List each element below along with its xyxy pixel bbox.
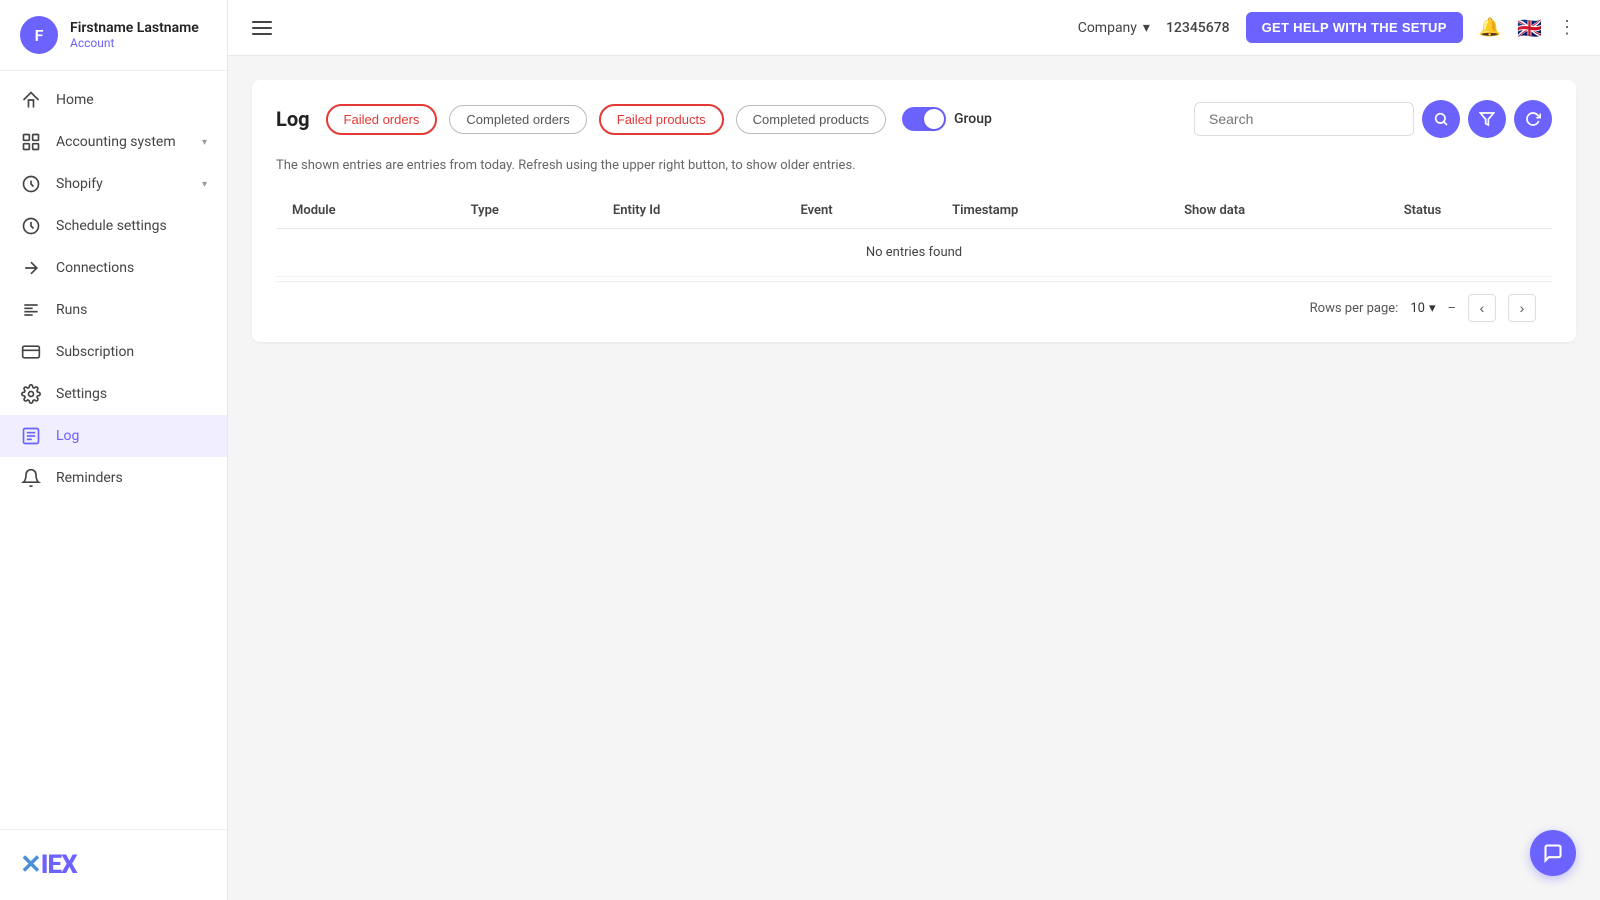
log-container: Log Failed orders Completed orders Faile… [252, 80, 1576, 342]
table-empty-row: No entries found [276, 229, 1552, 277]
logo-text: ✕IEX [20, 850, 77, 880]
sidebar-item-connections[interactable]: Connections [0, 247, 227, 289]
company-id: 12345678 [1166, 20, 1230, 36]
company-label: Company [1078, 20, 1137, 36]
sidebar-item-label-accounting: Accounting system [56, 134, 188, 150]
sidebar-item-label-runs: Runs [56, 302, 207, 318]
sidebar-item-shopify[interactable]: Shopify ▾ [0, 163, 227, 205]
sidebar-item-label-home: Home [56, 92, 207, 108]
user-name: Firstname Lastname [70, 20, 199, 36]
bell-icon[interactable]: 🔔 [1479, 17, 1501, 38]
group-toggle[interactable]: Group [902, 107, 992, 131]
sidebar-item-label-log: Log [56, 428, 207, 444]
group-label: Group [954, 111, 992, 127]
sidebar-item-subscription[interactable]: Subscription [0, 331, 227, 373]
runs-icon [20, 299, 42, 321]
filter-failed-products-button[interactable]: Failed products [599, 104, 724, 135]
subscription-icon [20, 341, 42, 363]
filter-button[interactable] [1468, 100, 1506, 138]
topbar: Company ▾ 12345678 GET HELP WITH THE SET… [228, 0, 1600, 56]
group-toggle-track[interactable] [902, 107, 946, 131]
sidebar-item-runs[interactable]: Runs [0, 289, 227, 331]
rows-per-page-label: Rows per page: [1310, 301, 1399, 316]
chevron-down-icon-shopify: ▾ [202, 179, 207, 190]
sidebar-item-label-settings: Settings [56, 386, 207, 402]
col-type: Type [455, 193, 597, 229]
group-toggle-thumb [924, 109, 944, 129]
home-icon [20, 89, 42, 111]
filter-failed-orders-button[interactable]: Failed orders [326, 104, 438, 135]
no-entries-message: No entries found [276, 229, 1552, 277]
pagination-row: Rows per page: 10 ▾ – ‹ › [276, 281, 1552, 322]
main-content: Company ▾ 12345678 GET HELP WITH THE SET… [228, 0, 1600, 900]
prev-page-button[interactable]: ‹ [1468, 294, 1496, 322]
sidebar-item-label-subscription: Subscription [56, 344, 207, 360]
col-status: Status [1388, 193, 1552, 229]
col-show-data: Show data [1168, 193, 1388, 229]
app-logo: ✕IEX [0, 829, 227, 900]
page-range: – [1447, 301, 1456, 316]
topbar-left [252, 21, 272, 35]
next-page-button[interactable]: › [1508, 294, 1536, 322]
sidebar-item-label-reminders: Reminders [56, 470, 207, 486]
table-header: Module Type Entity Id Event Timestamp Sh… [276, 193, 1552, 229]
col-module: Module [276, 193, 455, 229]
filter-completed-products-button[interactable]: Completed products [736, 105, 886, 134]
info-text: The shown entries are entries from today… [276, 158, 1552, 173]
log-icon [20, 425, 42, 447]
refresh-button[interactable] [1514, 100, 1552, 138]
sidebar-item-home[interactable]: Home [0, 79, 227, 121]
rows-per-page-select[interactable]: 10 ▾ [1410, 301, 1435, 316]
sidebar-item-label-connections: Connections [56, 260, 207, 276]
hamburger-menu[interactable] [252, 21, 272, 35]
sidebar-item-reminders[interactable]: Reminders [0, 457, 227, 499]
chevron-down-icon: ▾ [202, 137, 207, 148]
settings-icon [20, 383, 42, 405]
search-button[interactable] [1422, 100, 1460, 138]
user-info: Firstname Lastname Account [70, 20, 199, 50]
log-table: Module Type Entity Id Event Timestamp Sh… [276, 193, 1552, 277]
sidebar-item-settings[interactable]: Settings [0, 373, 227, 415]
sidebar-item-label-schedule: Schedule settings [56, 218, 207, 234]
col-timestamp: Timestamp [936, 193, 1168, 229]
col-event: Event [784, 193, 936, 229]
rows-per-page-value: 10 [1410, 301, 1425, 316]
table-body: No entries found [276, 229, 1552, 277]
company-selector[interactable]: Company ▾ [1078, 20, 1150, 36]
sidebar-header: F Firstname Lastname Account [0, 0, 227, 71]
sidebar: F Firstname Lastname Account Home Accoun… [0, 0, 228, 900]
accounting-icon [20, 131, 42, 153]
search-input[interactable] [1194, 102, 1414, 136]
chevron-down-icon-company: ▾ [1143, 20, 1150, 36]
schedule-icon [20, 215, 42, 237]
chat-widget[interactable] [1530, 830, 1576, 876]
shopify-icon [20, 173, 42, 195]
sidebar-nav: Home Accounting system ▾ Shopify ▾ Sched… [0, 71, 227, 829]
avatar: F [20, 16, 58, 54]
page-body: Log Failed orders Completed orders Faile… [228, 56, 1600, 900]
flag-icon[interactable]: 🇬🇧 [1517, 16, 1542, 40]
sidebar-item-schedule[interactable]: Schedule settings [0, 205, 227, 247]
sidebar-item-label-shopify: Shopify [56, 176, 188, 192]
sidebar-item-accounting[interactable]: Accounting system ▾ [0, 121, 227, 163]
more-options-icon[interactable]: ⋮ [1558, 17, 1576, 38]
page-title: Log [276, 107, 310, 131]
connections-icon [20, 257, 42, 279]
col-entity-id: Entity Id [597, 193, 785, 229]
reminders-icon [20, 467, 42, 489]
topbar-right: Company ▾ 12345678 GET HELP WITH THE SET… [1078, 12, 1576, 43]
filter-completed-orders-button[interactable]: Completed orders [449, 105, 586, 134]
sidebar-item-log[interactable]: Log [0, 415, 227, 457]
log-header: Log Failed orders Completed orders Faile… [276, 100, 1552, 138]
chevron-down-icon-rows: ▾ [1429, 301, 1436, 316]
get-help-button[interactable]: GET HELP WITH THE SETUP [1246, 12, 1463, 43]
user-account-link[interactable]: Account [70, 36, 199, 50]
search-box [1194, 100, 1552, 138]
